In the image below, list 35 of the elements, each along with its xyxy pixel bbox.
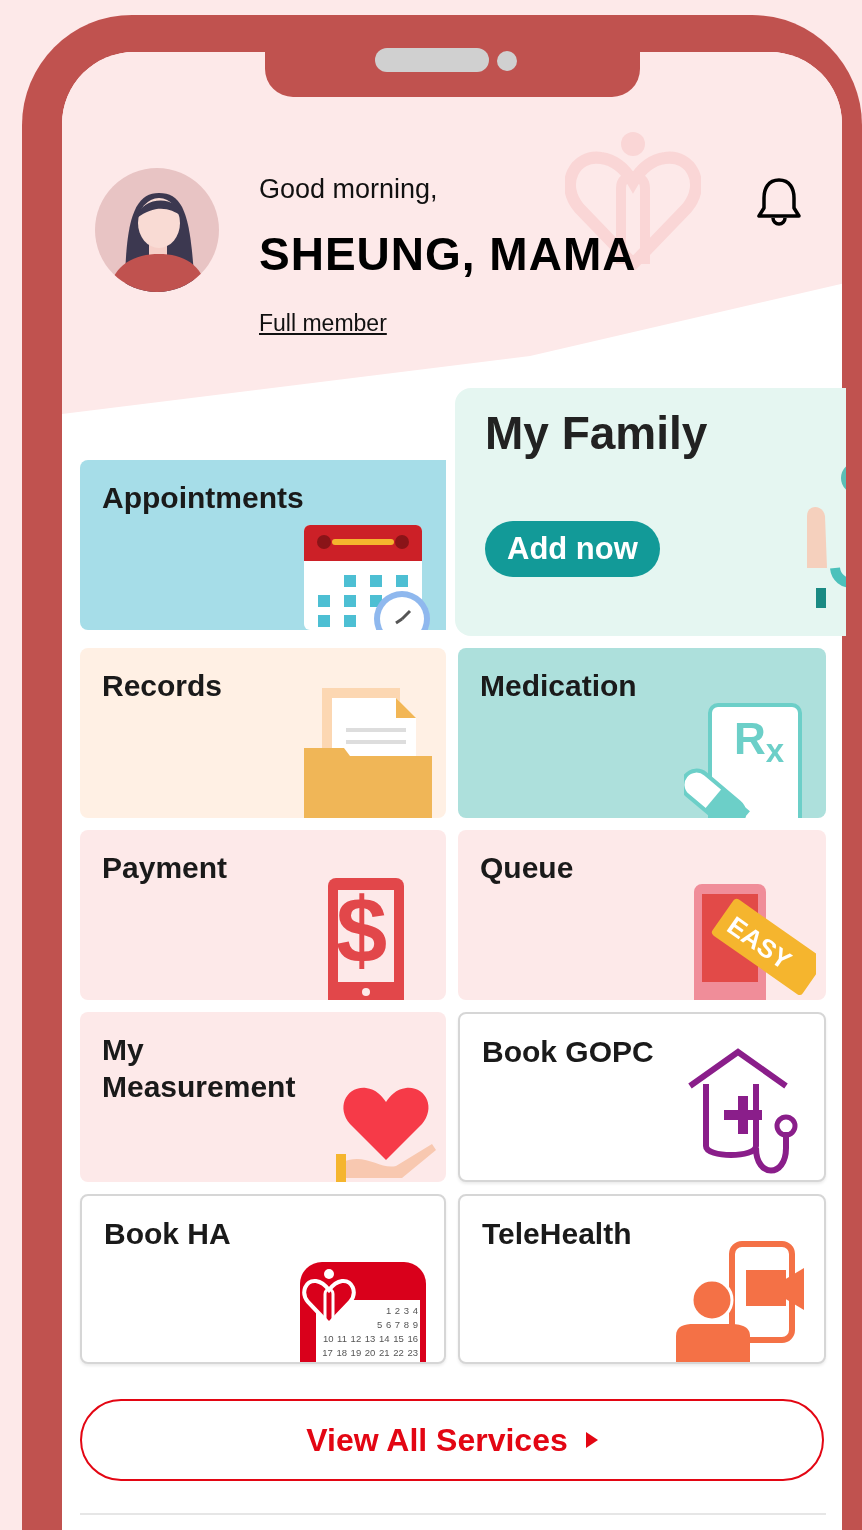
service-tile[interactable]: My Measurement	[80, 1012, 446, 1182]
camera-dot	[497, 51, 517, 71]
tile-title: Records	[102, 668, 224, 704]
service-tile[interactable]: $ Payment	[80, 830, 446, 1000]
video-call-icon	[676, 1240, 806, 1362]
membership-link[interactable]: Full member	[259, 311, 387, 337]
service-tile[interactable]: R$_{x}$ Medication	[458, 648, 826, 818]
service-tile[interactable]: Appointments	[80, 460, 446, 630]
tile-title: TeleHealth	[482, 1216, 633, 1252]
tile-title: Payment	[102, 850, 229, 886]
prescription-pill-icon	[684, 703, 804, 818]
service-tile[interactable]: Book GOPC	[458, 1012, 826, 1182]
service-tile[interactable]: 1 2 3 4 5 6 7 8 9 10 11 12 13 14 15 16 17 18 19 20 21 22 23 Book HA	[80, 1194, 446, 1364]
view-all-services-button[interactable]: View All Services	[80, 1399, 824, 1481]
user-name: SHEUNG, MAMA	[259, 231, 637, 277]
service-tile[interactable]: TeleHealth	[458, 1194, 826, 1364]
tile-title: Book HA	[104, 1216, 232, 1252]
calendar-dates: 1 2 3 4	[384, 1304, 418, 1318]
play-arrow-icon	[585, 1432, 598, 1448]
folder-document-icon	[304, 688, 434, 818]
tile-title: Queue	[480, 850, 575, 886]
tile-title: My Measurement	[102, 1032, 297, 1105]
phone-ticket-icon	[694, 884, 816, 1000]
tile-title: Appointments	[102, 480, 305, 516]
tile-title: Medication	[480, 668, 638, 704]
tile-title: Book GOPC	[482, 1034, 655, 1070]
calendar-dates: 5 6 7 8 9	[376, 1318, 418, 1332]
dollar-sign: $	[336, 884, 388, 976]
calendar-dates: 17 18 19 20 21 22 23	[321, 1346, 418, 1360]
calendar-dates: 10 11 12 13 14 15 16	[321, 1332, 418, 1346]
card-title: My Family	[485, 406, 708, 461]
greeting-text: Good morning,	[259, 176, 439, 203]
service-tile[interactable]: Records	[80, 648, 446, 818]
notification-bell-icon[interactable]	[756, 176, 802, 226]
rx-symbol: R$_{x}$	[734, 717, 785, 761]
